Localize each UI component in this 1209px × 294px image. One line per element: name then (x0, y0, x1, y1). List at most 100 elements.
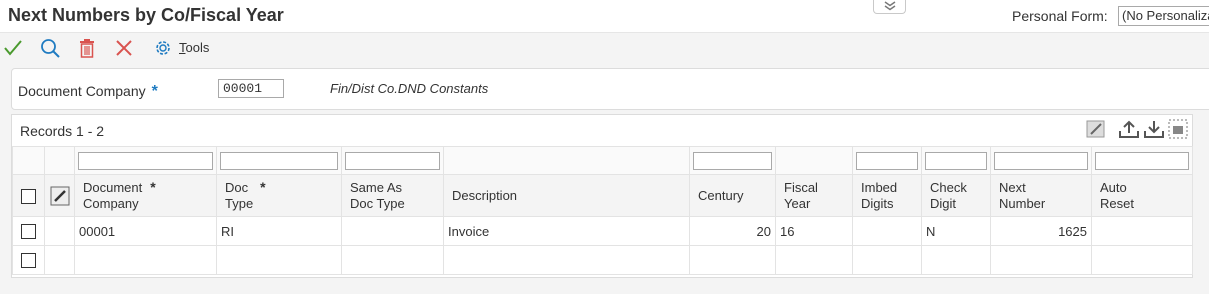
ok-button[interactable] (3, 38, 23, 61)
toolbar: Tools (0, 33, 1209, 63)
col-header-check-digit[interactable]: Check Digit (921, 174, 991, 217)
personal-form-label: Personal Form: (1012, 8, 1108, 24)
qbe-cell (990, 146, 1092, 175)
filter-doc-type-input[interactable] (220, 151, 338, 170)
cell-same-as-doc-type[interactable] (341, 216, 444, 246)
upload-icon (1119, 120, 1139, 138)
filter-imbed-digits-input[interactable] (856, 151, 918, 170)
cell-doc-company[interactable]: 00001 (74, 216, 217, 246)
grid-personalize-button[interactable] (1086, 119, 1106, 142)
close-icon (116, 40, 132, 56)
filter-same-as-input[interactable] (345, 151, 440, 170)
col-header-line1: Imbed (861, 179, 898, 195)
filter-century-input[interactable] (693, 151, 772, 170)
page-title: Next Numbers by Co/Fiscal Year (8, 5, 284, 25)
delete-button[interactable] (78, 38, 96, 61)
table-row[interactable] (12, 245, 1193, 275)
cell-same-as-doc-type[interactable] (341, 245, 444, 275)
edit-grid-icon (1086, 120, 1105, 138)
qbe-cell (443, 146, 690, 175)
records-count: Records 1 - 2 (20, 123, 105, 139)
filter-auto-reset-input[interactable] (1095, 151, 1189, 170)
cancel-button[interactable] (114, 38, 134, 61)
cell-fiscal-year[interactable]: 16 (775, 216, 853, 246)
col-header-auto-reset[interactable]: Auto Reset (1091, 174, 1193, 217)
table-row[interactable]: 00001 RI Invoice 20 16 N 1625 (12, 216, 1193, 246)
cell-century[interactable] (689, 245, 776, 275)
col-header-line1: Next (999, 179, 1026, 195)
cell-imbed-digits[interactable] (852, 245, 922, 275)
required-icon: * (150, 179, 156, 195)
tools-button[interactable] (153, 38, 173, 61)
col-header-description[interactable]: Description (443, 174, 690, 217)
cell-doc-company[interactable] (74, 245, 217, 275)
grid-options-button[interactable] (1168, 119, 1188, 142)
qbe-cell (74, 146, 217, 175)
find-button[interactable] (40, 38, 60, 61)
col-header-line1: Description (452, 187, 518, 203)
filter-next-number-input[interactable] (994, 151, 1088, 170)
col-header-line2: Number (999, 195, 1046, 211)
row-checkbox[interactable] (21, 253, 36, 269)
filter-check-digit-input[interactable] (925, 151, 987, 170)
export-button[interactable] (1118, 119, 1140, 142)
document-company-field[interactable]: 00001 (218, 79, 284, 98)
col-header-line1: Auto (1100, 179, 1127, 195)
select-all-cell (12, 174, 45, 217)
select-all-checkbox[interactable] (21, 188, 36, 204)
document-company-label: Document Company * (18, 83, 158, 101)
col-header-doc-company[interactable]: Document * Company (74, 174, 217, 217)
personal-form-select[interactable]: (No Personalization) (1118, 6, 1209, 26)
edit-row-icon[interactable] (50, 186, 70, 206)
col-header-line2: Reset (1100, 195, 1134, 211)
col-header-line1: Doc (225, 180, 249, 195)
cell-check-digit[interactable]: N (921, 216, 991, 246)
tools-label[interactable]: Tools (179, 40, 209, 55)
col-header-doc-type[interactable]: Doc * Type (216, 174, 342, 217)
document-company-description: Fin/Dist Co.DND Constants (330, 81, 489, 96)
col-header-line2: Digit (930, 195, 957, 211)
header-panel: Document Company * 00001 Fin/Dist Co.DND … (11, 68, 1209, 110)
cell-century[interactable]: 20 (689, 216, 776, 246)
cell-auto-reset[interactable] (1091, 216, 1193, 246)
tools-label-text: ools (185, 40, 210, 55)
cell-doc-type[interactable]: RI (216, 216, 342, 246)
col-header-line2: Digits (861, 195, 894, 211)
qbe-row (12, 146, 1193, 175)
qbe-cell (216, 146, 342, 175)
col-header-century[interactable]: Century (689, 174, 776, 217)
cell-description[interactable] (443, 245, 690, 275)
cell-description[interactable]: Invoice (443, 216, 690, 246)
import-button[interactable] (1143, 119, 1165, 142)
cell-fiscal-year[interactable] (775, 245, 853, 275)
filter-doc-company-input[interactable] (78, 151, 213, 170)
cell-auto-reset[interactable] (1091, 245, 1193, 275)
row-select-cell (12, 245, 45, 275)
row-edit-cell (44, 216, 75, 246)
qbe-cell (775, 146, 853, 175)
search-icon (41, 39, 60, 58)
gear-icon (156, 41, 170, 55)
col-header-line2: Type (225, 196, 254, 211)
col-header-fiscal-year[interactable]: Fiscal Year (775, 174, 853, 217)
trash-icon (80, 39, 94, 58)
col-header-next-number[interactable]: Next Number (990, 174, 1092, 217)
double-chevron-down-icon (884, 0, 895, 10)
qbe-spacer (12, 146, 45, 175)
cell-check-digit[interactable] (921, 245, 991, 275)
cell-doc-type[interactable] (216, 245, 342, 275)
collapse-header-button[interactable] (873, 0, 906, 14)
col-header-same-as-doc-type[interactable]: Same As Doc Type (341, 174, 444, 217)
col-header-line1: Fiscal (784, 179, 818, 195)
col-header-line2: Doc Type (350, 195, 405, 211)
cell-next-number[interactable] (990, 245, 1092, 275)
cell-imbed-digits[interactable] (852, 216, 922, 246)
title-bar: Next Numbers by Co/Fiscal Year Personal … (0, 0, 1209, 33)
row-checkbox[interactable] (21, 224, 36, 240)
cell-next-number[interactable]: 1625 (990, 216, 1092, 246)
data-grid: Document * Company Doc * Type Same As Doc Typ… (12, 146, 1193, 275)
col-header-line1: Century (698, 187, 744, 203)
col-header-imbed-digits[interactable]: Imbed Digits (852, 174, 922, 217)
qbe-cell (689, 146, 776, 175)
row-edit-header (44, 174, 75, 217)
